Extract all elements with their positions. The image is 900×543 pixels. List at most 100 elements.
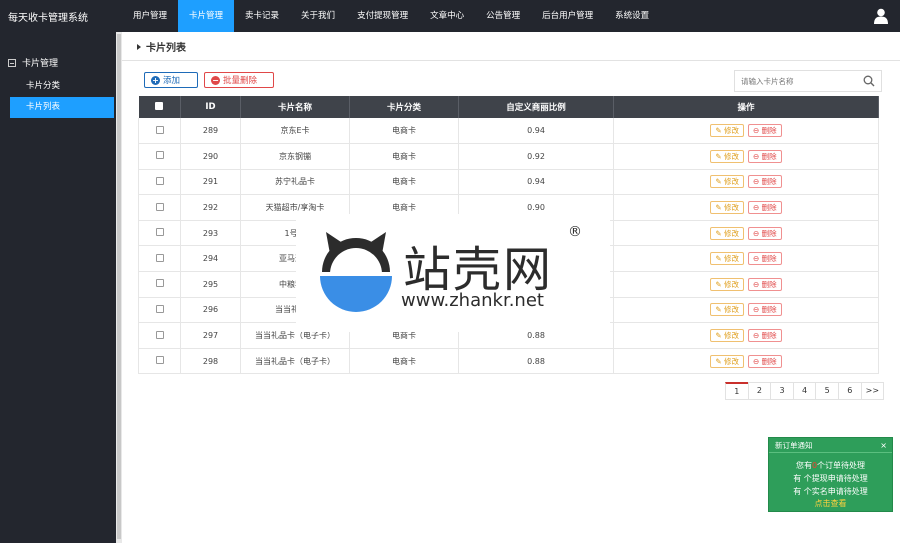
nav-item-admin-users[interactable]: 后台用户管理 [531,0,604,32]
row-checkbox[interactable] [155,125,164,134]
nav-item-about[interactable]: 关于我们 [290,0,346,32]
header-category[interactable]: 卡片分类 [349,96,459,118]
edit-button[interactable]: ✎ 修改 [710,149,744,163]
user-icon[interactable] [874,8,888,24]
nav-item-announcements[interactable]: 公告管理 [475,0,531,32]
delete-button[interactable]: ⊖ 删除 [748,252,782,266]
delete-button[interactable]: ⊖ 删除 [748,175,782,189]
cell-ratio: 0.92 [458,143,614,170]
delete-label: 删除 [761,305,777,315]
row-checkbox[interactable] [155,356,164,365]
delete-button[interactable]: ⊖ 删除 [748,201,782,215]
pencil-icon: ✎ [715,177,724,187]
edit-label: 修改 [724,228,739,238]
delete-label: 删除 [761,279,777,289]
row-select-cell [138,118,181,145]
notice-view-link[interactable]: 点击查看 [769,498,892,509]
plus-icon: + [151,75,160,85]
cell-id: 293 [180,220,241,247]
row-checkbox[interactable] [155,253,164,262]
edit-button[interactable]: ✎ 修改 [710,303,744,317]
row-select-cell [138,245,181,273]
next-page-button[interactable]: >> [860,382,885,400]
nav-item-cards[interactable]: 卡片管理 [178,0,235,32]
nav-item-articles[interactable]: 文章中心 [419,0,475,32]
cell-ratio: 0.94 [458,118,614,145]
edit-label: 修改 [724,126,739,136]
select-all-checkbox[interactable] [155,101,164,110]
delete-button[interactable]: ⊖ 删除 [748,329,782,343]
header-name[interactable]: 卡片名称 [240,96,350,118]
edit-button[interactable]: ✎ 修改 [710,354,744,368]
nav-item-settings[interactable]: 系统设置 [604,0,660,32]
edit-button[interactable]: ✎ 修改 [710,329,744,343]
row-select-cell [138,271,181,298]
edit-label: 修改 [724,356,739,366]
header-ratio[interactable]: 自定义商丽比例 [458,96,614,118]
row-checkbox[interactable] [155,279,164,288]
sidebar-group-label: 卡片管理 [22,59,59,69]
notice-title: 新订单通知 [775,441,813,450]
delete-button[interactable]: ⊖ 删除 [748,303,782,317]
close-icon[interactable]: × [880,438,887,453]
page-2[interactable]: 2 [747,382,772,400]
delete-button[interactable]: ⊖ 删除 [748,149,782,163]
search-input[interactable] [735,71,855,91]
scrollbar-thumb[interactable] [117,34,121,539]
page-5[interactable]: 5 [815,382,839,400]
cell-id: 291 [180,169,241,196]
pencil-icon: ✎ [715,356,724,366]
sidebar-item-card-category[interactable]: 卡片分类 [10,76,114,97]
row-checkbox[interactable] [155,330,164,339]
sidebar-group-cards[interactable]: 卡片管理 [8,56,58,69]
add-button[interactable]: + 添加 [144,72,198,88]
edit-button[interactable]: ✎ 修改 [710,201,744,215]
row-checkbox[interactable] [155,151,164,160]
edit-button[interactable]: ✎ 修改 [710,226,744,240]
header-actions: 操作 [613,96,879,118]
edit-button[interactable]: ✎ 修改 [710,277,744,291]
app-title: 每天收卡管理系统 [8,12,88,24]
delete-circle-icon: ⊖ [753,305,762,315]
nav-item-sales[interactable]: 卖卡记录 [234,0,290,32]
delete-button[interactable]: ⊖ 删除 [748,354,782,368]
sidebar: 卡片管理 卡片分类 卡片列表 [0,32,122,543]
delete-button[interactable]: ⊖ 删除 [748,277,782,291]
row-select-cell [138,220,181,247]
pencil-icon: ✎ [715,331,724,341]
cell-category: 电商卡 [349,348,459,375]
table-row: 289 京东E卡 电商卡 0.94 ✎ 修改 ⊖ 删除 [138,118,879,145]
edit-button[interactable]: ✎ 修改 [710,124,744,138]
edit-button[interactable]: ✎ 修改 [710,252,744,266]
watermark-url: www.zhankr.net [401,290,544,311]
row-checkbox[interactable] [155,304,164,313]
cell-ratio: 0.88 [458,348,614,375]
delete-button[interactable]: ⊖ 删除 [748,226,782,240]
page-title: 卡片列表 [137,39,186,54]
page-title-text: 卡片列表 [146,43,186,54]
cat-logo-icon [320,232,392,312]
sidebar-item-card-list[interactable]: 卡片列表 [10,97,114,118]
delete-circle-icon: ⊖ [753,177,762,187]
edit-button[interactable]: ✎ 修改 [710,175,744,189]
page-3[interactable]: 3 [770,382,794,400]
edit-label: 修改 [724,203,739,213]
bulk-delete-button[interactable]: − 批量删除 [204,72,274,88]
page-6[interactable]: 6 [837,382,862,400]
row-checkbox[interactable] [155,228,164,237]
page-1[interactable]: 1 [725,382,749,400]
cell-actions: ✎ 修改 ⊖ 删除 [613,143,879,170]
search-icon[interactable] [863,75,875,87]
cell-id: 289 [180,118,241,145]
nav-item-users[interactable]: 用户管理 [122,0,178,32]
row-checkbox[interactable] [155,176,164,185]
delete-button[interactable]: ⊖ 删除 [748,124,782,138]
caret-right-icon [137,44,141,50]
page-4[interactable]: 4 [792,382,817,400]
cell-actions: ✎ 修改 ⊖ 删除 [613,348,879,375]
cell-actions: ✎ 修改 ⊖ 删除 [613,271,879,298]
nav-item-payments[interactable]: 支付提现管理 [346,0,419,32]
header-id[interactable]: ID [180,96,241,118]
row-checkbox[interactable] [155,202,164,211]
row-select-cell [138,143,181,170]
